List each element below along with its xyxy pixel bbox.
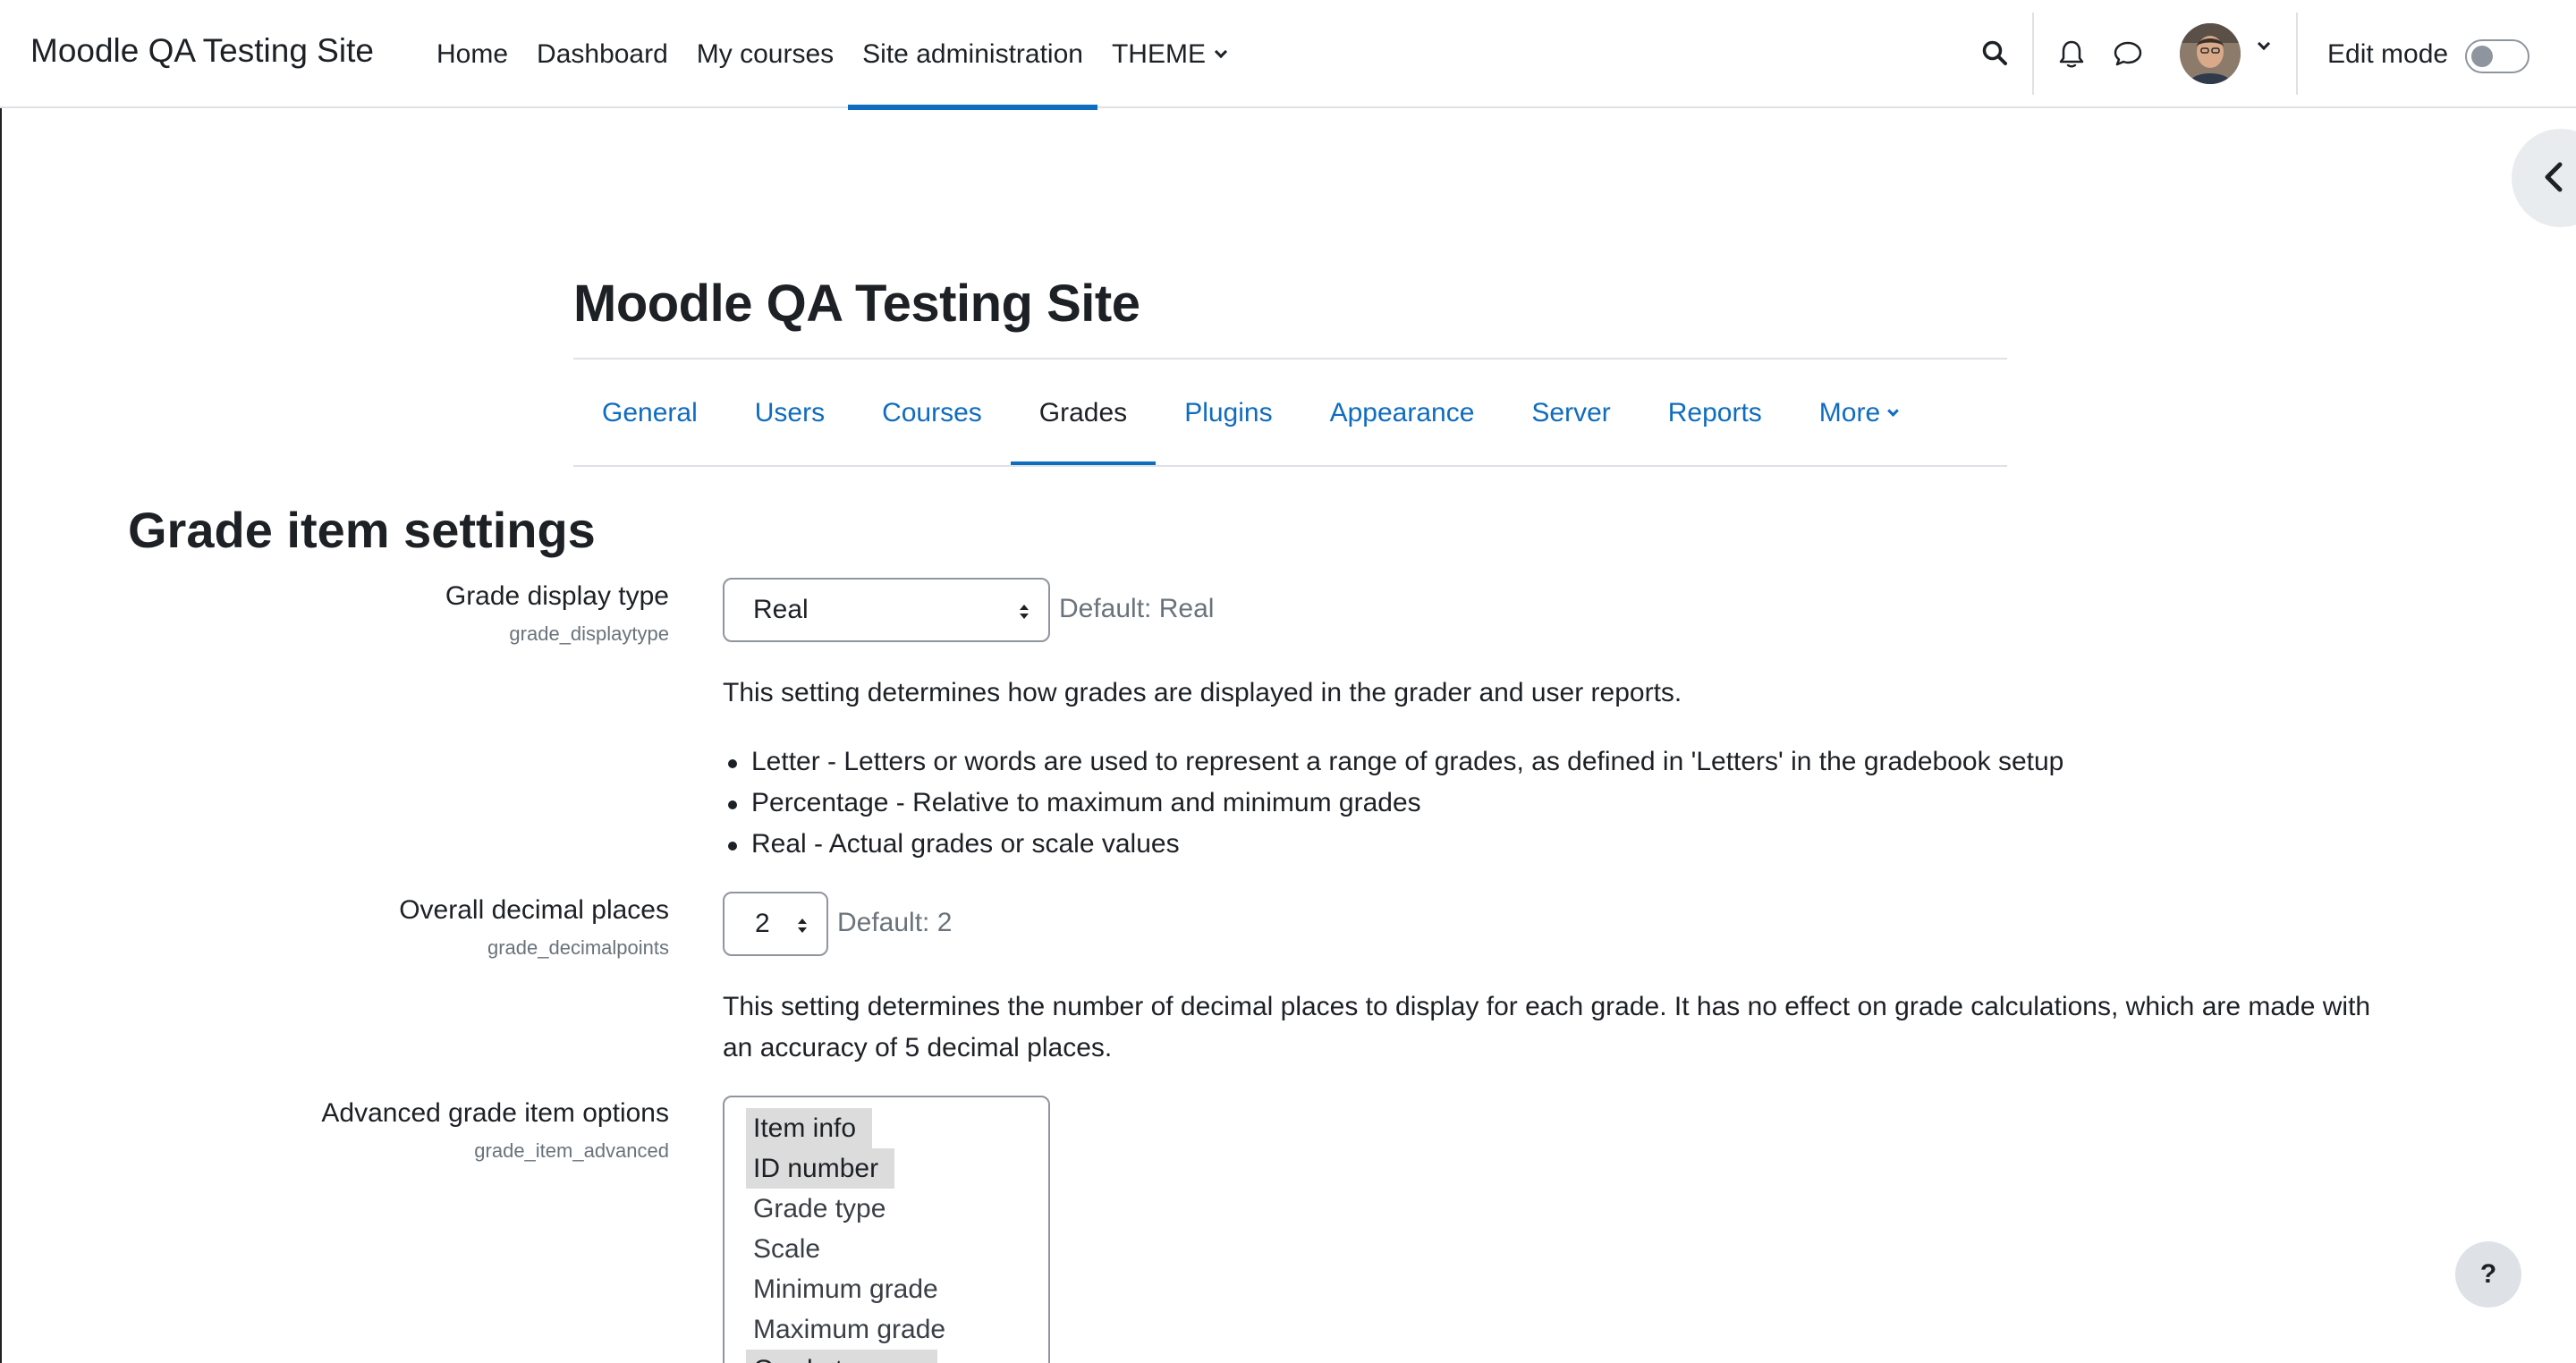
default-value-note: Default: 2 — [837, 908, 953, 937]
setting-bullet-list: Letter - Letters or words are used to re… — [723, 741, 2063, 865]
list-item: Letter - Letters or words are used to re… — [723, 741, 2063, 783]
tab-plugins[interactable]: Plugins — [1156, 360, 1301, 467]
edit-mode-label: Edit mode — [2327, 39, 2449, 69]
setting-name-grade-decimalpoints: grade_decimalpoints — [487, 936, 669, 959]
list-item: Real - Actual grades or scale values — [723, 824, 2063, 865]
bell-icon[interactable] — [2057, 39, 2086, 70]
setting-label-grade-display-type: Grade display type — [445, 581, 669, 611]
site-brand[interactable]: Moodle QA Testing Site — [30, 32, 374, 70]
tab-more-label: More — [1818, 398, 1881, 428]
default-value-note: Default: Real — [1059, 594, 1215, 623]
list-item: Percentage - Relative to maximum and min… — [723, 783, 2063, 824]
top-navbar: Moodle QA Testing Site Home Dashboard My… — [0, 0, 2576, 110]
avatar-image — [2180, 23, 2241, 84]
chevron-down-icon — [1214, 45, 1228, 58]
open-block-drawer-button[interactable] — [2512, 129, 2576, 227]
nav-theme-dropdown[interactable]: THEME — [1097, 0, 1240, 108]
user-menu-chevron-down-icon[interactable] — [2257, 37, 2271, 51]
tab-general[interactable]: General — [573, 360, 726, 467]
option-grade-to-pass[interactable]: Grade to pass — [746, 1350, 938, 1363]
navbar-divider — [2296, 13, 2298, 95]
nav-dashboard[interactable]: Dashboard — [522, 0, 682, 108]
description-line: This setting determines the number of de… — [723, 992, 2371, 1021]
updown-arrows-icon — [798, 919, 807, 933]
nav-my-courses[interactable]: My courses — [682, 0, 848, 108]
help-question-icon[interactable]: ? — [2455, 1241, 2521, 1308]
tab-more-dropdown[interactable]: More — [1791, 360, 1926, 467]
nav-site-administration[interactable]: Site administration — [848, 0, 1097, 110]
chevron-left-icon — [2545, 162, 2563, 192]
select-value: Real — [753, 595, 809, 624]
user-avatar[interactable] — [2180, 23, 2241, 84]
tab-grades[interactable]: Grades — [1010, 360, 1157, 467]
tabs-divider — [573, 465, 2007, 467]
tab-reports[interactable]: Reports — [1640, 360, 1791, 467]
search-icon[interactable] — [1981, 39, 2008, 66]
setting-name-grade-item-advanced: grade_item_advanced — [474, 1139, 669, 1162]
setting-name-grade-displaytype: grade_displaytype — [509, 622, 669, 645]
setting-description: This setting determines how grades are d… — [723, 678, 1682, 707]
chevron-down-icon — [1887, 404, 1900, 417]
chat-icon[interactable] — [2113, 39, 2143, 68]
option-scale[interactable]: Scale — [746, 1229, 836, 1269]
section-heading: Grade item settings — [128, 502, 596, 558]
setting-label-decimal-places: Overall decimal places — [399, 895, 669, 925]
option-grade-type[interactable]: Grade type — [746, 1189, 902, 1229]
option-maximum-grade[interactable]: Maximum grade — [746, 1309, 962, 1350]
option-id-number[interactable]: ID number — [746, 1148, 895, 1189]
option-minimum-grade[interactable]: Minimum grade — [746, 1269, 954, 1309]
secondary-navigation: General Users Courses Grades Plugins App… — [573, 360, 1926, 467]
tab-server[interactable]: Server — [1503, 360, 1639, 467]
tab-courses[interactable]: Courses — [853, 360, 1011, 467]
setting-label-advanced-options: Advanced grade item options — [321, 1098, 669, 1128]
select-value: 2 — [755, 909, 770, 938]
window-edge — [0, 0, 2, 1363]
grade-display-type-select[interactable]: Real — [723, 578, 1050, 642]
toggle-knob — [2471, 46, 2493, 67]
primary-navigation: Home Dashboard My courses Site administr… — [422, 0, 1240, 110]
decimal-places-select[interactable]: 2 — [723, 892, 828, 956]
tab-users[interactable]: Users — [726, 360, 853, 467]
description-line: an accuracy of 5 decimal places. — [723, 1033, 1113, 1062]
navbar-divider — [2032, 13, 2034, 95]
setting-description: This setting determines the number of de… — [723, 986, 2370, 1069]
option-item-info[interactable]: Item info — [746, 1108, 873, 1148]
edit-mode-toggle[interactable] — [2465, 39, 2529, 73]
tab-appearance[interactable]: Appearance — [1301, 360, 1504, 467]
nav-theme-label: THEME — [1111, 38, 1206, 69]
page-title: Moodle QA Testing Site — [573, 275, 1140, 333]
advanced-options-multiselect[interactable]: Item info ID number Grade type Scale Min… — [723, 1096, 1050, 1363]
updown-arrows-icon — [1020, 605, 1029, 619]
nav-home[interactable]: Home — [422, 0, 522, 108]
